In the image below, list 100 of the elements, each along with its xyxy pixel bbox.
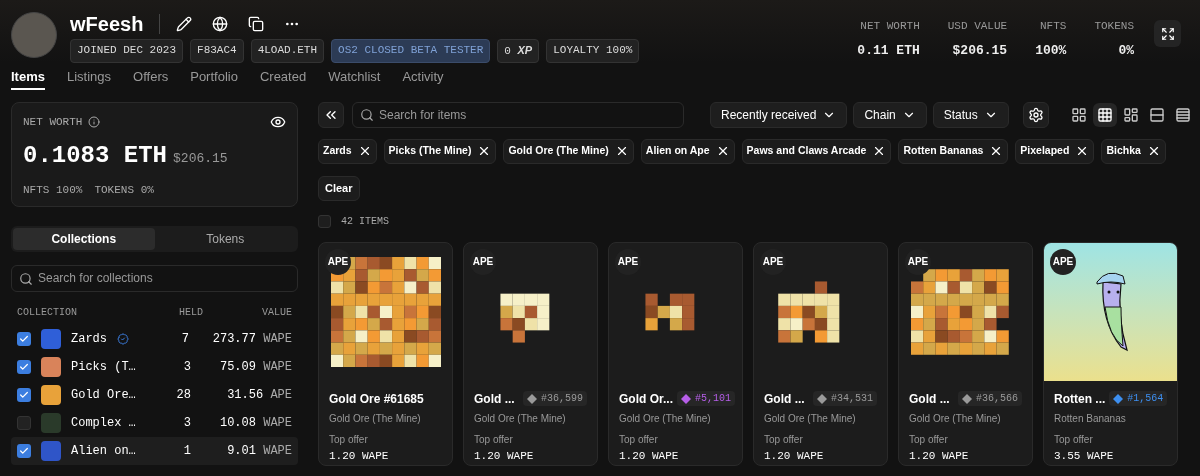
checkbox[interactable] xyxy=(17,387,31,402)
segment-tab[interactable]: Tokens xyxy=(154,227,296,250)
collection-value: 9.01 xyxy=(227,443,256,458)
expand-icon xyxy=(1160,26,1175,41)
segment-tab[interactable]: Collections xyxy=(13,227,155,250)
currency-label: WAPE xyxy=(263,443,292,458)
offer-price: 1.20 WAPE xyxy=(909,448,970,464)
nft-card[interactable]: APE Gold ... #36,599 Gold Ore (The Mine) Top offer 1.20 WAPE xyxy=(463,241,598,466)
currency-label: APE xyxy=(270,387,292,402)
profile-tab[interactable]: Items xyxy=(11,65,45,90)
checkbox[interactable] xyxy=(17,415,31,430)
clear-button[interactable]: Clear xyxy=(318,175,360,201)
currency-label: WAPE xyxy=(263,359,292,374)
collection-row[interactable]: Zards 7 273.77 WAPE xyxy=(11,324,298,353)
list-icon xyxy=(1148,106,1165,123)
filter-chip[interactable]: Alien on Ape xyxy=(640,138,735,164)
rank-badge: #36,566 xyxy=(958,391,1022,406)
filter-chip[interactable]: Rotten Bananas xyxy=(898,138,1009,164)
profile-tab[interactable]: Created xyxy=(259,65,307,90)
stat-label: USD VALUE xyxy=(947,19,1008,34)
offer-price: 1.20 WAPE xyxy=(329,448,390,464)
chain-logo: APE xyxy=(615,248,641,275)
dense-grid-icon xyxy=(1096,106,1113,123)
column-header: COLLECTION xyxy=(17,305,78,320)
collection-row[interactable]: Picks (T… 3 75.09 WAPE xyxy=(11,352,298,381)
checkbox[interactable] xyxy=(318,215,331,228)
collection-row[interactable]: Alien on… 1 9.01 WAPE xyxy=(11,436,298,465)
column-header: VALUE xyxy=(262,305,292,320)
chain-logo: APE xyxy=(325,248,351,275)
filter-chip[interactable]: Gold Ore (The Mine) xyxy=(503,138,634,164)
checkbox[interactable] xyxy=(17,443,31,458)
collection-name: Rotten Bananas xyxy=(1054,411,1127,426)
filter-chip[interactable]: Zards xyxy=(318,138,377,164)
filter-chip[interactable]: Paws and Claws Arcade xyxy=(741,138,892,164)
nft-card[interactable]: APE Rotten ... #1,564 Rotten Bananas Top offer 3.55 WAPE xyxy=(1043,241,1178,466)
profile-tab[interactable]: Portfolio xyxy=(190,65,238,90)
view-toggle[interactable] xyxy=(1092,102,1117,127)
held-count: 7 xyxy=(180,330,189,348)
filter-chip[interactable]: Pixelaped xyxy=(1015,138,1095,164)
expand-button[interactable] xyxy=(1154,20,1181,47)
held-count: 28 xyxy=(175,386,191,404)
collection-name: Alien on… xyxy=(71,442,137,460)
nft-card[interactable]: APE Gold ... #34,531 Gold Ore (The Mine) Top offer 1.20 WAPE xyxy=(753,241,888,466)
nft-title: Rotten ... xyxy=(1054,390,1106,408)
collection-name: Gold Ore (The Mine) xyxy=(764,411,857,426)
search-icon xyxy=(360,107,374,122)
check-icon xyxy=(19,445,29,456)
profile-tab[interactable]: Listings xyxy=(66,65,112,90)
search-field[interactable]: Search for items xyxy=(352,101,684,128)
profile-tab[interactable]: Activity xyxy=(402,65,444,90)
profile-tab[interactable]: Offers xyxy=(133,65,169,90)
collection-value: 75.09 xyxy=(219,359,256,374)
offer-label: Top offer xyxy=(474,432,514,447)
nft-title: Gold Ore #61685 xyxy=(329,390,424,408)
stat-value: 0% xyxy=(1118,41,1134,60)
profile-badge: OS2 CLOSED BETA TESTER xyxy=(331,39,491,63)
profile-tab[interactable]: Watchlist xyxy=(328,65,381,90)
filter-chip[interactable]: Bichka xyxy=(1101,138,1166,164)
nft-title: Gold Or... xyxy=(619,390,673,408)
filter-chip[interactable]: Picks (The Mine) xyxy=(383,138,497,164)
collection-value: 31.56 xyxy=(227,387,264,402)
rank-badge: #5,101 xyxy=(677,391,736,406)
rank-badge: #36,599 xyxy=(523,391,587,406)
held-count: 3 xyxy=(182,358,191,376)
item-count: 42 ITEMS xyxy=(341,215,389,229)
checkbox[interactable] xyxy=(17,331,31,346)
table-icon xyxy=(1174,106,1191,123)
collection-row[interactable]: Gold Ore… 28 31.56 APE xyxy=(11,380,298,409)
offer-label: Top offer xyxy=(764,432,804,447)
mixed-grid-icon xyxy=(1122,106,1139,123)
offer-label: Top offer xyxy=(1054,432,1094,447)
profile-name: wFeesh xyxy=(70,12,144,37)
rank-badge: #1,564 xyxy=(1109,391,1168,406)
dropdown-button[interactable]: Recently received xyxy=(710,101,848,128)
stat-label: NET WORTH xyxy=(860,19,920,34)
checkbox[interactable] xyxy=(17,359,31,374)
nft-card[interactable]: APE Gold Ore #61685 Gold Ore (The Mine) Top offer 1.20 WAPE xyxy=(318,241,453,466)
check-icon xyxy=(19,389,29,400)
stat-label: NFTS xyxy=(1040,19,1067,34)
settings-button[interactable] xyxy=(1022,101,1049,128)
nft-card[interactable]: APE Gold ... #36,566 Gold Ore (The Mine) Top offer 1.20 WAPE xyxy=(898,241,1033,466)
rank-badge: #34,531 xyxy=(813,391,877,406)
nft-card[interactable]: APE Gold Or... #5,101 Gold Ore (The Mine) Top offer 1.20 WAPE xyxy=(608,241,743,466)
search-icon xyxy=(19,271,33,286)
collection-name: Picks (T… xyxy=(71,358,137,376)
search-field[interactable]: Search for collections xyxy=(11,264,298,292)
stat-value: 100% xyxy=(1035,41,1067,60)
dropdown-button[interactable]: Status xyxy=(932,101,1009,128)
collapse-button[interactable] xyxy=(318,101,344,128)
currency-label: WAPE xyxy=(263,331,292,346)
info-icon xyxy=(88,115,101,128)
collection-row[interactable]: Complex … 3 10.08 WAPE xyxy=(11,408,298,437)
dropdown-button[interactable]: Chain xyxy=(853,101,927,128)
offer-label: Top offer xyxy=(329,432,369,447)
offer-label: Top offer xyxy=(909,432,949,447)
collection-name: Gold Ore (The Mine) xyxy=(329,411,422,426)
profile-badge: F83AC4 xyxy=(190,39,244,63)
offer-price: 3.55 WAPE xyxy=(1054,448,1115,464)
stat-value: $206.15 xyxy=(952,41,1008,60)
settings-icon xyxy=(1027,106,1044,123)
